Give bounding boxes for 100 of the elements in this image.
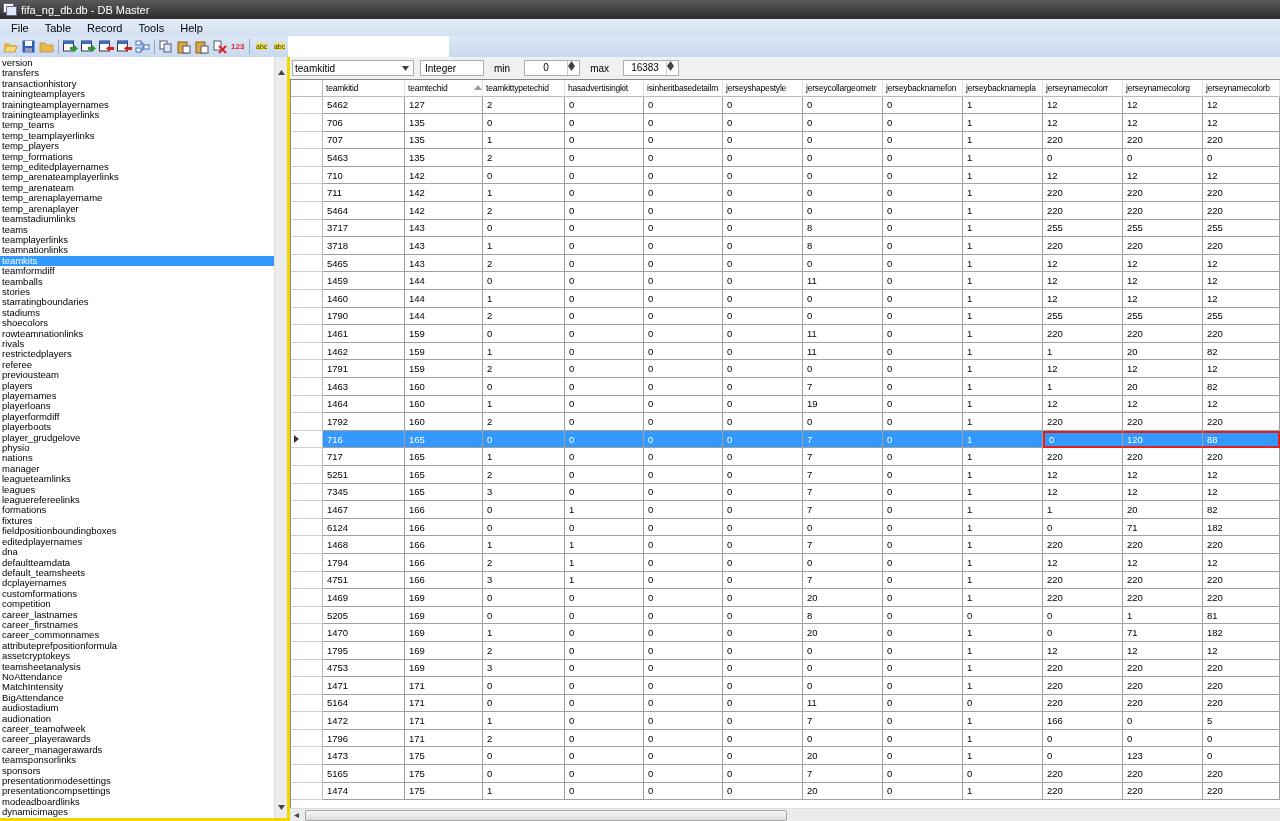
min-spinner[interactable]: 0	[524, 60, 581, 76]
table-list-item[interactable]: BigAttendance	[0, 692, 274, 704]
column-header[interactable]: teamtechid	[405, 80, 483, 97]
table-list-item[interactable]: assetcryptokeys	[0, 651, 274, 662]
table-list-item[interactable]: rivals	[0, 338, 274, 350]
column-header[interactable]: jerseyshapestyle	[723, 80, 803, 97]
table-list-item[interactable]: rowteamnationlinks	[0, 328, 274, 339]
table-list-item[interactable]: dynamicimages	[0, 807, 274, 818]
table-list-item[interactable]: stories	[0, 286, 274, 298]
max-spinner[interactable]: 16383	[623, 60, 680, 76]
table-list-item[interactable]: playerformdiff	[0, 411, 274, 423]
table-list-item[interactable]: referee	[0, 359, 274, 371]
column-header[interactable]: jerseybacknamefon	[883, 80, 963, 97]
field-dropdown[interactable]: teamkitid	[292, 60, 414, 76]
table-list-item[interactable]: trainingteamplayers	[0, 89, 274, 100]
column-header[interactable]: jerseycollargeometr	[803, 80, 883, 97]
table-list-item[interactable]: trainingteamplayernames	[0, 99, 274, 111]
table-list-item[interactable]: teamballs	[0, 276, 274, 287]
table-list-item[interactable]: temp_editedplayernames	[0, 162, 274, 173]
table-list-item[interactable]: temp_teams	[0, 120, 274, 131]
table-list-item[interactable]: temp_arenateam	[0, 182, 274, 194]
horizontal-scrollbar[interactable]	[290, 808, 1280, 821]
scroll-up-icon[interactable]	[277, 70, 285, 75]
table-list-item[interactable]: teamformdiff	[0, 266, 274, 277]
table-list-item[interactable]: playerloans	[0, 401, 274, 412]
table-list-item[interactable]: teamplayerlinks	[0, 234, 274, 246]
scroll-down-icon[interactable]	[277, 805, 285, 810]
table-list-item[interactable]: career_managerawards	[0, 744, 274, 756]
scroll-thumb[interactable]	[305, 810, 787, 821]
table-list-item[interactable]: playernames	[0, 391, 274, 402]
table-list-item[interactable]: player_grudgelove	[0, 432, 274, 444]
table-list-item[interactable]: formations	[0, 505, 274, 516]
table-list-item[interactable]: physio	[0, 443, 274, 454]
table-list-item[interactable]: modeadboardlinks	[0, 796, 274, 808]
table-list-item[interactable]: career_commonnames	[0, 630, 274, 641]
column-header[interactable]: jerseynamecolorb	[1203, 80, 1280, 97]
table-list-item[interactable]: editedplayernames	[0, 536, 274, 548]
table-list-item[interactable]: audionation	[0, 713, 274, 724]
spin-up-icon[interactable]	[667, 61, 675, 66]
table-list-item[interactable]: temp_formations	[0, 151, 274, 163]
column-header[interactable]: hasadvertisingkit	[565, 80, 644, 97]
spin-up-icon[interactable]	[568, 61, 576, 66]
table-list-item[interactable]: dna	[0, 547, 274, 558]
table-list-item[interactable]: nations	[0, 453, 274, 464]
column-header[interactable]: jerseynamecolorg	[1123, 80, 1203, 97]
table-list-item[interactable]: teamsponsorlinks	[0, 755, 274, 766]
table-list-item[interactable]: leagues	[0, 484, 274, 496]
table-list-item[interactable]: NoAttendance	[0, 671, 274, 683]
toolbar-button[interactable]	[79, 38, 97, 55]
table-list-item[interactable]: customformations	[0, 588, 274, 600]
type-field[interactable]: Integer	[420, 60, 484, 76]
table-list-item[interactable]: previousteam	[0, 370, 274, 381]
table-list-item[interactable]: restrictedplayers	[0, 349, 274, 360]
toolbar-button[interactable]	[115, 38, 133, 55]
menu-item[interactable]: Tools	[131, 21, 172, 34]
scroll-left-icon[interactable]	[294, 812, 301, 818]
table-list-item[interactable]: transfers	[0, 68, 274, 79]
table-list-item[interactable]: temp_players	[0, 141, 274, 152]
table-list-item[interactable]: audiostadium	[0, 703, 274, 714]
menu-item[interactable]: Table	[37, 21, 79, 34]
toolbar-button[interactable]	[97, 38, 115, 55]
table-list-item[interactable]: career_teamofweek	[0, 724, 274, 735]
menu-item[interactable]: Help	[173, 21, 210, 34]
table-list-item[interactable]: teams	[0, 224, 274, 235]
table-list-item[interactable]: playerboots	[0, 422, 274, 433]
table-list-item[interactable]: MatchIntensity	[0, 682, 274, 693]
table-list-item[interactable]: manager	[0, 463, 274, 475]
table-list-item[interactable]: transactionhistory	[0, 78, 274, 90]
table-list-item[interactable]: default_teamsheets	[0, 567, 274, 579]
menu-item[interactable]: File	[4, 21, 36, 34]
table-list-item[interactable]: starratingboundaries	[0, 297, 274, 308]
table-list-item[interactable]: leagueteamlinks	[0, 474, 274, 485]
dropdown-caret-icon[interactable]	[402, 65, 409, 71]
table-list-item[interactable]: career_firstnames	[0, 619, 274, 631]
table-list-item[interactable]: presentationcompsettings	[0, 786, 274, 797]
table-list-item[interactable]: temp_arenateamplayerlinks	[0, 172, 274, 183]
table-list-item[interactable]: fixtures	[0, 515, 274, 527]
table-list-item[interactable]: temp_arenaplayer	[0, 203, 274, 215]
table-list-item[interactable]: competition	[0, 599, 274, 610]
table-list-item[interactable]: fieldpositionboundingboxes	[0, 526, 274, 537]
table-list-item[interactable]: version	[0, 58, 274, 69]
column-header[interactable]: jerseybacknamepla	[963, 80, 1043, 97]
column-header[interactable]: teamkitid	[323, 80, 405, 97]
table-list-item[interactable]: teamnationlinks	[0, 245, 274, 256]
table-list-item[interactable]: shoecolors	[0, 318, 274, 329]
table-list-item[interactable]: sponsors	[0, 765, 274, 777]
menu-item[interactable]: Record	[80, 21, 130, 34]
toolbar-button[interactable]	[61, 38, 79, 55]
table-list-item[interactable]: dcplayernames	[0, 578, 274, 589]
table-list-item[interactable]: trainingteamplayerlinks	[0, 110, 274, 121]
table-list-item[interactable]: career_playerawards	[0, 734, 274, 745]
table-list-item[interactable]: players	[0, 380, 274, 391]
column-header[interactable]: teamkittypetechid	[483, 80, 565, 97]
spin-down-icon[interactable]	[568, 66, 576, 71]
table-list-item[interactable]: presentationmodesettings	[0, 776, 274, 787]
number-button[interactable]: 123	[229, 38, 247, 55]
table-list-item[interactable]: leaguerefereelinks	[0, 495, 274, 506]
table-list-item[interactable]: temp_teamplayerlinks	[0, 130, 274, 142]
column-header[interactable]: jerseynamecolorr	[1043, 80, 1123, 97]
table-list-item[interactable]: stadiums	[0, 307, 274, 319]
